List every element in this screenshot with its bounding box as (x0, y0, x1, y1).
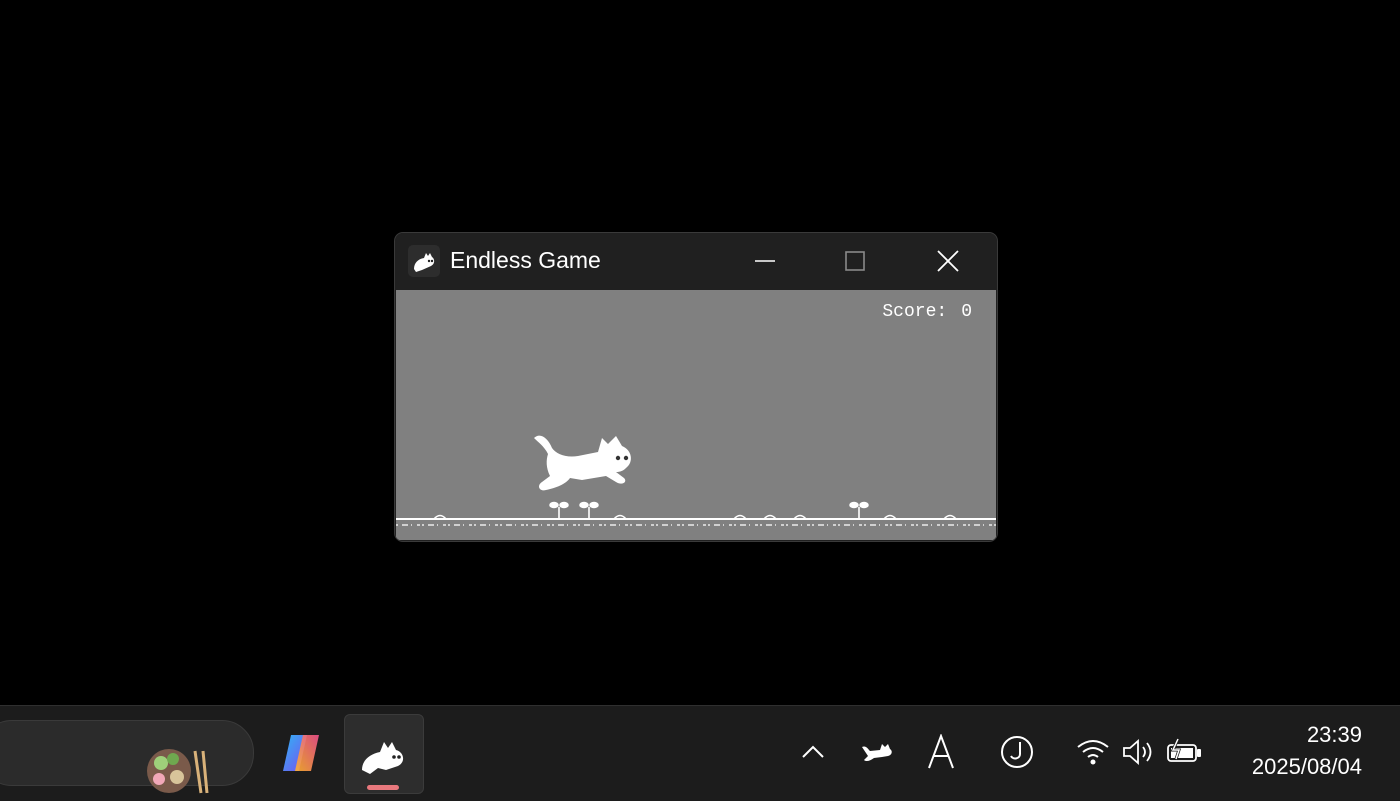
taskbar-copilot-button[interactable] (262, 714, 340, 792)
ground (396, 501, 996, 526)
title-bar[interactable]: Endless Game (395, 233, 997, 290)
maximize-button[interactable] (832, 243, 878, 279)
clock-date: 2025/08/04 (1251, 754, 1362, 779)
ime-mode-button[interactable] (925, 732, 957, 772)
game-canvas[interactable]: Score: 0 (396, 290, 996, 540)
cat-app-icon (408, 245, 440, 277)
battery-charging-icon (1167, 738, 1201, 762)
taskbar: 23:39 2025/08/04 (0, 705, 1400, 801)
minimize-icon (755, 260, 775, 262)
cat-player (534, 435, 631, 491)
score-display: Score: 0 (882, 302, 972, 322)
ime-a-icon (928, 734, 954, 769)
search-box[interactable] (0, 720, 254, 794)
clock-time: 23:39 (1306, 722, 1362, 747)
maximize-icon (845, 251, 865, 271)
game-window: Endless Game Score: 0 (395, 233, 997, 541)
ime-options-button[interactable] (998, 732, 1036, 772)
search-highlight-image (147, 749, 209, 794)
score-value: 0 (961, 302, 972, 322)
copilot-icon (283, 735, 319, 771)
score-label: Score: (882, 302, 948, 322)
running-indicator (367, 785, 399, 790)
minimize-button[interactable] (742, 243, 788, 279)
tray-cat-app[interactable] (858, 732, 896, 772)
wifi-icon (1077, 740, 1109, 765)
ime-j-icon (1001, 736, 1033, 768)
chevron-up-icon (802, 745, 824, 758)
window-title: Endless Game (450, 247, 601, 273)
close-button[interactable] (925, 243, 971, 279)
cat-app-icon (362, 742, 404, 774)
quick-settings-button[interactable] (1074, 732, 1204, 772)
clock[interactable]: 23:39 2025/08/04 (1252, 720, 1362, 784)
taskbar-endless-game-button[interactable] (344, 714, 424, 794)
close-icon (937, 250, 959, 272)
show-hidden-icons-button[interactable] (798, 732, 828, 772)
running-cat-icon (862, 744, 892, 762)
volume-icon (1123, 739, 1152, 765)
